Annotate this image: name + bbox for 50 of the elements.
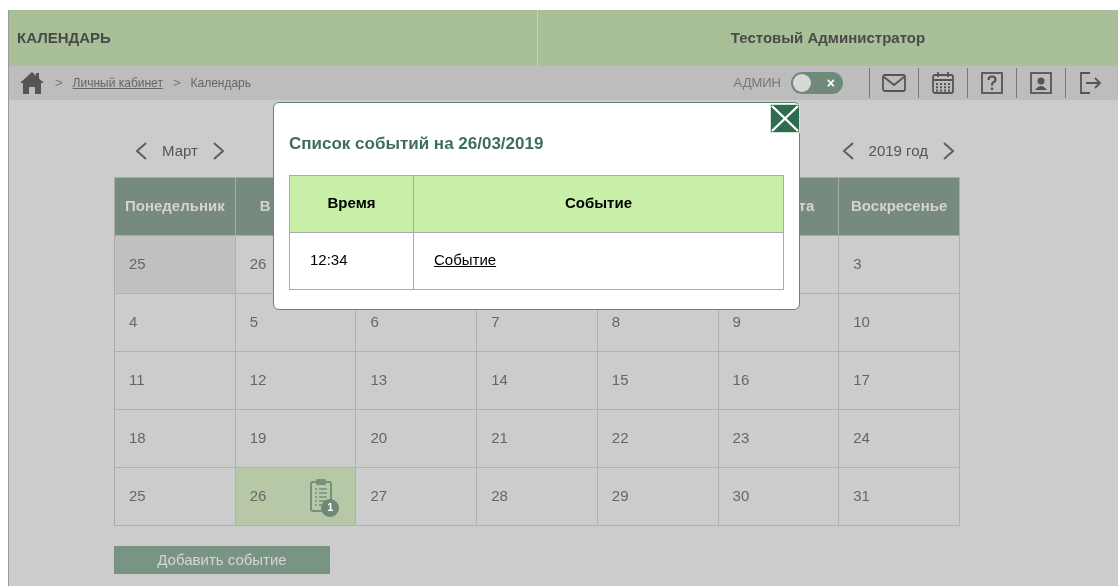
admin-toggle[interactable]: × — [791, 72, 843, 94]
day-cell[interactable]: 3 — [839, 236, 960, 294]
event-time: 12:34 — [290, 232, 414, 290]
day-cell[interactable]: 24 — [839, 410, 960, 468]
day-cell[interactable]: 14 — [477, 352, 598, 410]
day-cell[interactable]: 20 — [356, 410, 478, 468]
column-header: Время — [290, 175, 414, 233]
day-cell[interactable]: 16 — [718, 352, 840, 410]
add-event-button[interactable]: Добавить событие — [114, 546, 330, 574]
day-cell[interactable]: 21 — [477, 410, 598, 468]
help-icon[interactable] — [978, 69, 1006, 97]
user-icon[interactable] — [1027, 69, 1055, 97]
day-cell[interactable]: 28 — [477, 468, 598, 526]
day-cell[interactable]: 12 — [235, 352, 357, 410]
page-title: КАЛЕНДАРЬ — [17, 27, 111, 48]
day-cell[interactable]: 13 — [356, 352, 478, 410]
year-label: 2019 год — [868, 140, 928, 161]
admin-label: АДМИН — [733, 74, 781, 93]
calendar-icon[interactable] — [929, 69, 957, 97]
breadcrumb-link[interactable]: Личный кабинет — [72, 74, 163, 92]
weekday-header: Понедельник — [115, 178, 236, 236]
day-cell[interactable]: 25 — [115, 236, 236, 294]
breadcrumb-separator: > — [172, 74, 181, 93]
day-cell[interactable]: 4 — [115, 294, 236, 352]
day-cell[interactable]: 31 — [839, 468, 960, 526]
day-cell[interactable]: 17 — [839, 352, 960, 410]
day-cell[interactable]: 27 — [356, 468, 478, 526]
clipboard-icon — [309, 476, 334, 513]
breadcrumb-separator: > — [55, 74, 63, 93]
day-cell[interactable]: 22 — [597, 410, 719, 468]
day-cell[interactable]: 19 — [235, 410, 357, 468]
breadcrumb-current: Календарь — [190, 75, 252, 92]
day-cell[interactable]: 26 1 — [235, 468, 357, 526]
dialog-title: Список событий на 26/03/2019 — [289, 133, 545, 155]
user-name: Тестовый Администратор — [730, 27, 926, 48]
event-link[interactable]: Событие — [434, 249, 497, 272]
weekday-header: Воскресенье — [839, 178, 960, 236]
close-button[interactable] — [770, 104, 800, 133]
day-cell[interactable]: 29 — [597, 468, 719, 526]
day-cell[interactable]: 25 — [115, 468, 236, 526]
day-cell[interactable]: 11 — [115, 352, 236, 410]
day-cell[interactable]: 23 — [718, 410, 840, 468]
day-cell[interactable]: 15 — [597, 352, 719, 410]
event-badge[interactable]: 1 — [309, 476, 340, 517]
day-cell[interactable]: 18 — [115, 410, 236, 468]
day-cell[interactable]: 30 — [718, 468, 840, 526]
day-cell[interactable]: 10 — [839, 294, 960, 352]
month-label: Март — [162, 140, 198, 161]
column-header: Событие — [414, 175, 784, 233]
home-icon[interactable] — [19, 71, 45, 95]
